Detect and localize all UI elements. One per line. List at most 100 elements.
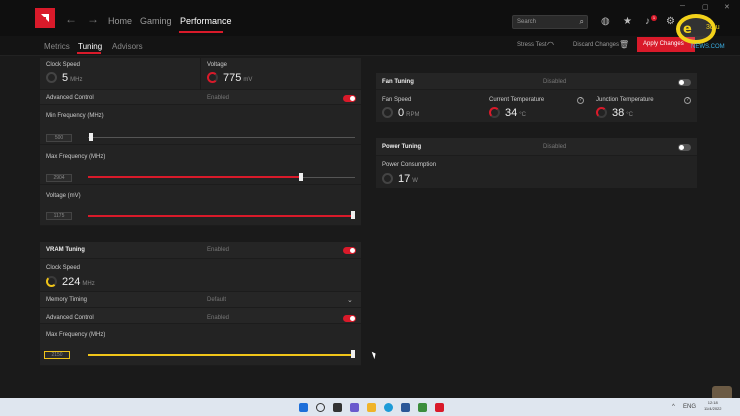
minimize-icon[interactable]: ─ (680, 3, 685, 10)
vram-max-frequency-label: Max Frequency (MHz) (46, 332, 106, 338)
vram-clock-gauge (46, 276, 57, 287)
clock-date: 11/4/2022 (704, 406, 722, 411)
fan-tuning-title: Fan Tuning (382, 79, 414, 85)
tab-advisors[interactable]: Advisors (112, 42, 143, 51)
stress-test-label[interactable]: Stress Test (517, 42, 547, 48)
vram-advanced-control-toggle[interactable] (343, 315, 356, 322)
junction-temperature-value: 38 °C (612, 107, 633, 119)
junction-temperature-label: Junction Temperature (596, 97, 654, 103)
tray-chevron-icon[interactable]: ^ (672, 404, 675, 410)
power-consumption-gauge (382, 173, 393, 184)
nav-gaming[interactable]: Gaming (140, 16, 172, 26)
fan-tuning-state: Disabled (543, 79, 567, 85)
fan-header-row (376, 73, 697, 90)
memory-timing-row (40, 292, 361, 308)
vram-max-frequency-row (40, 324, 361, 366)
nav-active-indicator (179, 31, 223, 33)
voltage-mv-label: Voltage (mV) (46, 193, 81, 199)
search-input[interactable]: Search ⌕ (512, 15, 588, 29)
current-temp-gauge (489, 107, 500, 118)
fan-speed-value: 0 RPM (398, 107, 420, 119)
current-temp-help-icon[interactable]: ? (577, 97, 584, 104)
tray-lang[interactable]: ENG (683, 404, 696, 410)
close-icon[interactable]: ✕ (724, 3, 730, 11)
tab-active-indicator (77, 52, 101, 54)
taskbar-clock[interactable]: 12:18 11/4/2022 (704, 400, 722, 412)
app-icon[interactable] (418, 403, 427, 412)
task-view-icon[interactable] (333, 403, 342, 412)
voltage-mv-slider-thumb[interactable] (351, 211, 355, 219)
max-frequency-input[interactable]: 2904 (46, 174, 72, 182)
fan-tuning-toggle[interactable] (678, 79, 691, 86)
voltage-value: 775 mV (223, 72, 253, 84)
voltage-gauge (207, 72, 218, 83)
watermark-domain: NEWS.COM (691, 44, 725, 50)
gauge-icon[interactable]: ◠ (547, 40, 554, 49)
chat-icon[interactable] (350, 403, 359, 412)
voltage-row (40, 185, 361, 226)
gpu-divider (200, 58, 201, 90)
fan-speed-label: Fan Speed (382, 97, 412, 103)
back-arrow-icon[interactable]: ← (65, 12, 77, 26)
power-header-row (376, 138, 697, 156)
edge-browser-icon[interactable] (384, 403, 393, 412)
max-frequency-slider-thumb[interactable] (299, 173, 303, 181)
store-icon[interactable] (401, 403, 410, 412)
globe-icon[interactable]: ◍ (601, 16, 610, 27)
voltage-mv-fill (88, 215, 353, 217)
current-temperature-label: Current Temperature (489, 97, 545, 103)
min-frequency-label: Min Frequency (MHz) (46, 113, 104, 119)
nav-performance[interactable]: Performance (180, 16, 232, 26)
power-tuning-toggle[interactable] (678, 144, 691, 151)
vram-state: Enabled (207, 247, 230, 253)
file-explorer-icon[interactable] (367, 403, 376, 412)
vram-max-frequency-slider-thumb[interactable] (351, 350, 355, 358)
advanced-control-toggle[interactable] (343, 95, 356, 102)
notification-badge: 1 (651, 15, 657, 21)
min-frequency-input[interactable]: 500 (46, 134, 72, 142)
tab-tuning[interactable]: Tuning (78, 42, 102, 51)
vram-tuning-panel (40, 242, 361, 366)
max-frequency-row (40, 145, 361, 185)
amd-taskbar-icon[interactable] (435, 403, 444, 412)
power-tuning-state: Disabled (543, 144, 567, 150)
current-temperature-value: 34 °C (505, 107, 526, 119)
maximize-icon[interactable]: ▢ (702, 3, 709, 11)
fan-speed-gauge (382, 107, 393, 118)
watermark-brand: e (683, 22, 692, 37)
junction-temp-help-icon[interactable]: ? (684, 97, 691, 104)
amd-logo-icon (41, 14, 49, 22)
search-taskbar-icon[interactable] (316, 403, 325, 412)
vram-max-frequency-input[interactable]: 2150 (44, 351, 70, 359)
star-icon[interactable]: ★ (623, 16, 632, 27)
discard-changes-button[interactable]: Discard Changes (573, 42, 619, 48)
app-window: ← → Home Gaming Performance Search ⌕ ◍ ★… (0, 0, 740, 400)
clock-speed-gauge (46, 72, 57, 83)
vram-advanced-control-label: Advanced Control (46, 315, 94, 321)
vram-advanced-control-state: Enabled (207, 315, 230, 321)
advanced-control-label: Advanced Control (46, 95, 94, 101)
min-frequency-slider-thumb[interactable] (89, 133, 93, 141)
nav-home[interactable]: Home (108, 16, 132, 26)
settings-gear-icon[interactable]: ⚙ (666, 16, 675, 27)
tab-metrics[interactable]: Metrics (44, 42, 70, 51)
clock-speed-label: Clock Speed (46, 62, 81, 68)
windows-start-icon[interactable] (299, 403, 308, 412)
search-placeholder: Search (517, 19, 537, 25)
vram-tuning-toggle[interactable] (343, 247, 356, 254)
memory-timing-value[interactable]: Default (207, 297, 226, 303)
vram-header-row (40, 242, 361, 259)
vram-max-frequency-fill (88, 354, 353, 356)
chevron-down-icon[interactable]: ⌄ (347, 296, 353, 304)
vram-clock-speed-label: Clock Speed (46, 265, 81, 271)
trash-icon[interactable]: 🗑 (619, 40, 629, 49)
bell-icon[interactable]: ♪ (645, 16, 650, 27)
memory-timing-label: Memory Timing (46, 297, 88, 303)
max-frequency-label: Max Frequency (MHz) (46, 154, 106, 160)
power-consumption-value: 17 W (398, 173, 418, 185)
amd-logo[interactable] (35, 8, 55, 28)
voltage-mv-input[interactable]: 1175 (46, 212, 72, 220)
min-frequency-track (88, 137, 355, 138)
forward-arrow-icon[interactable]: → (87, 12, 99, 26)
voltage-label: Voltage (207, 62, 228, 68)
